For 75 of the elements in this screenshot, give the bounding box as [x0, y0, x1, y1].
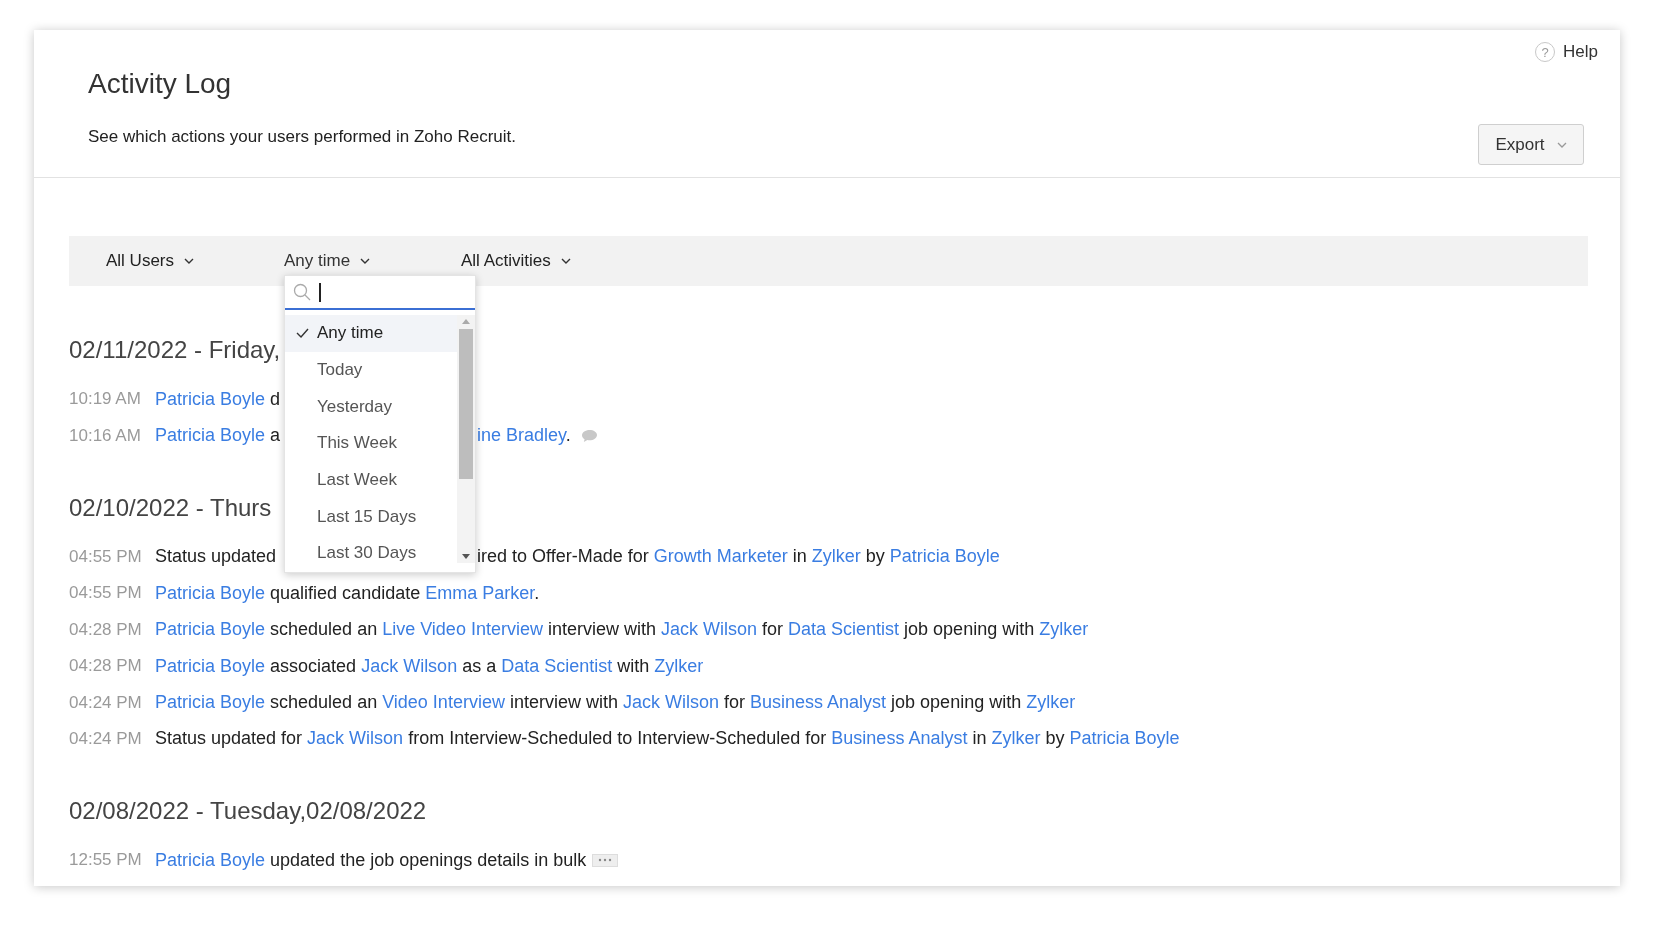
- activity-time: 04:28 PM: [69, 619, 143, 640]
- record-link[interactable]: Business Analyst: [831, 728, 968, 749]
- dropdown-option[interactable]: Today: [285, 351, 457, 389]
- filter-dropdown[interactable]: All Users: [106, 251, 194, 271]
- record-link[interactable]: Patricia Boyle: [155, 619, 266, 640]
- check-icon: [296, 328, 309, 339]
- activity-text: ired to Offer-Made for Growth Marketer in Zylker by Patricia Boyle: [477, 546, 1000, 568]
- filter-dropdown[interactable]: All Activities: [461, 251, 571, 271]
- record-link[interactable]: Jack Wilson: [307, 728, 404, 749]
- activity-time: 04:28 PM: [69, 656, 143, 677]
- record-link[interactable]: Growth Marketer: [653, 546, 788, 567]
- activity-time: 04:55 PM: [69, 546, 143, 567]
- record-link[interactable]: Zylker: [991, 728, 1041, 749]
- activity-text: Patricia Boyle qualified candidate Emma Parker.: [155, 582, 540, 604]
- chevron-down-icon: [560, 258, 571, 264]
- activity-text: Status updated for Jack Wilson from Interview-Scheduled to Interview-Scheduled for Business Analyst in Zylker by Patricia Boyle: [155, 728, 1180, 750]
- chevron-down-icon: [1556, 141, 1567, 148]
- activity-text: Patricia Boyle a: [155, 425, 282, 447]
- record-link[interactable]: Jack Wilson: [622, 692, 719, 713]
- search-icon: [293, 283, 311, 301]
- dropdown-option[interactable]: Yesterday: [285, 388, 457, 426]
- page-subtitle: See which actions your users performed in Zoho Recruit.: [88, 127, 517, 147]
- activity-time: 04:55 PM: [69, 583, 143, 604]
- record-link[interactable]: Zylker: [654, 655, 704, 676]
- activity-text: Status updated: [155, 546, 278, 568]
- scrollbar[interactable]: [457, 315, 475, 563]
- dropdown-option[interactable]: Last Week: [285, 461, 457, 499]
- page-title: Activity Log: [88, 68, 233, 100]
- activity-time: 04:24 PM: [69, 692, 143, 713]
- record-link[interactable]: Emma Parker: [425, 582, 535, 603]
- record-link[interactable]: Jack Wilson: [361, 655, 458, 676]
- activity-time: 04:24 PM: [69, 728, 143, 749]
- record-link[interactable]: Video Interview: [382, 692, 505, 713]
- filter-dropdown[interactable]: Any time: [284, 251, 371, 271]
- activity-text: ine Bradley.: [477, 425, 571, 447]
- record-link[interactable]: Patricia Boyle: [155, 849, 266, 870]
- record-link[interactable]: Data Scientist: [788, 619, 900, 640]
- help-link[interactable]: ? Help: [1535, 42, 1598, 62]
- record-link[interactable]: Jack Wilson: [660, 619, 757, 640]
- arrow-down-icon: [462, 554, 470, 559]
- record-link[interactable]: Zylker: [1026, 692, 1076, 713]
- record-link[interactable]: Business Analyst: [750, 692, 887, 713]
- date-heading: 02/11/2022 - Friday,: [69, 336, 281, 365]
- activity-text: Patricia Boyle d: [155, 388, 281, 410]
- record-link[interactable]: Patricia Boyle: [155, 692, 266, 713]
- record-link[interactable]: ine Bradley: [477, 425, 566, 446]
- dropdown-option[interactable]: This Week: [285, 425, 457, 462]
- record-link[interactable]: Patricia Boyle: [1069, 728, 1180, 749]
- chevron-down-icon: [184, 258, 194, 264]
- record-link[interactable]: Zylker: [1039, 619, 1089, 640]
- record-link[interactable]: Live Video Interview: [382, 619, 543, 640]
- export-button[interactable]: Export: [1478, 124, 1584, 165]
- dropdown-option[interactable]: Last 15 Days: [285, 498, 457, 536]
- date-heading: 02/10/2022 - Thurs: [69, 493, 272, 523]
- activity-time: 10:16 AM: [69, 425, 142, 446]
- record-link[interactable]: Patricia Boyle: [889, 546, 1000, 567]
- record-link[interactable]: Patricia Boyle: [155, 425, 266, 446]
- dropdown-option[interactable]: Last 30 Days: [285, 535, 457, 572]
- activity-time: 12:55 PM: [69, 850, 143, 871]
- record-link[interactable]: Data Scientist: [501, 655, 613, 676]
- activity-text: Patricia Boyle scheduled an Live Video Interview interview with Jack Wilson for Data Scientist job opening with Zylker: [155, 619, 1089, 641]
- more-button[interactable]: [592, 853, 619, 867]
- record-link[interactable]: Patricia Boyle: [155, 582, 266, 603]
- activity-text: Patricia Boyle scheduled an Video Interview interview with Jack Wilson for Business Analyst job opening with Zylker: [155, 692, 1076, 714]
- chevron-down-icon: [360, 258, 371, 264]
- arrow-up-icon: [462, 319, 470, 324]
- ellipsis-icon: [598, 858, 613, 863]
- record-link[interactable]: Patricia Boyle: [155, 388, 266, 409]
- activity-text: Patricia Boyle associated Jack Wilson as a Data Scientist with Zylker: [155, 655, 704, 677]
- date-heading: 02/08/2022 - Tuesday,02/08/2022: [69, 797, 427, 827]
- activity-time: 10:19 AM: [69, 389, 142, 410]
- activity-text: Patricia Boyle updated the job openings details in bulk: [155, 849, 587, 871]
- record-link[interactable]: Patricia Boyle: [155, 655, 266, 676]
- record-link[interactable]: Zylker: [811, 546, 861, 567]
- dropdown-option[interactable]: Any time: [285, 315, 457, 352]
